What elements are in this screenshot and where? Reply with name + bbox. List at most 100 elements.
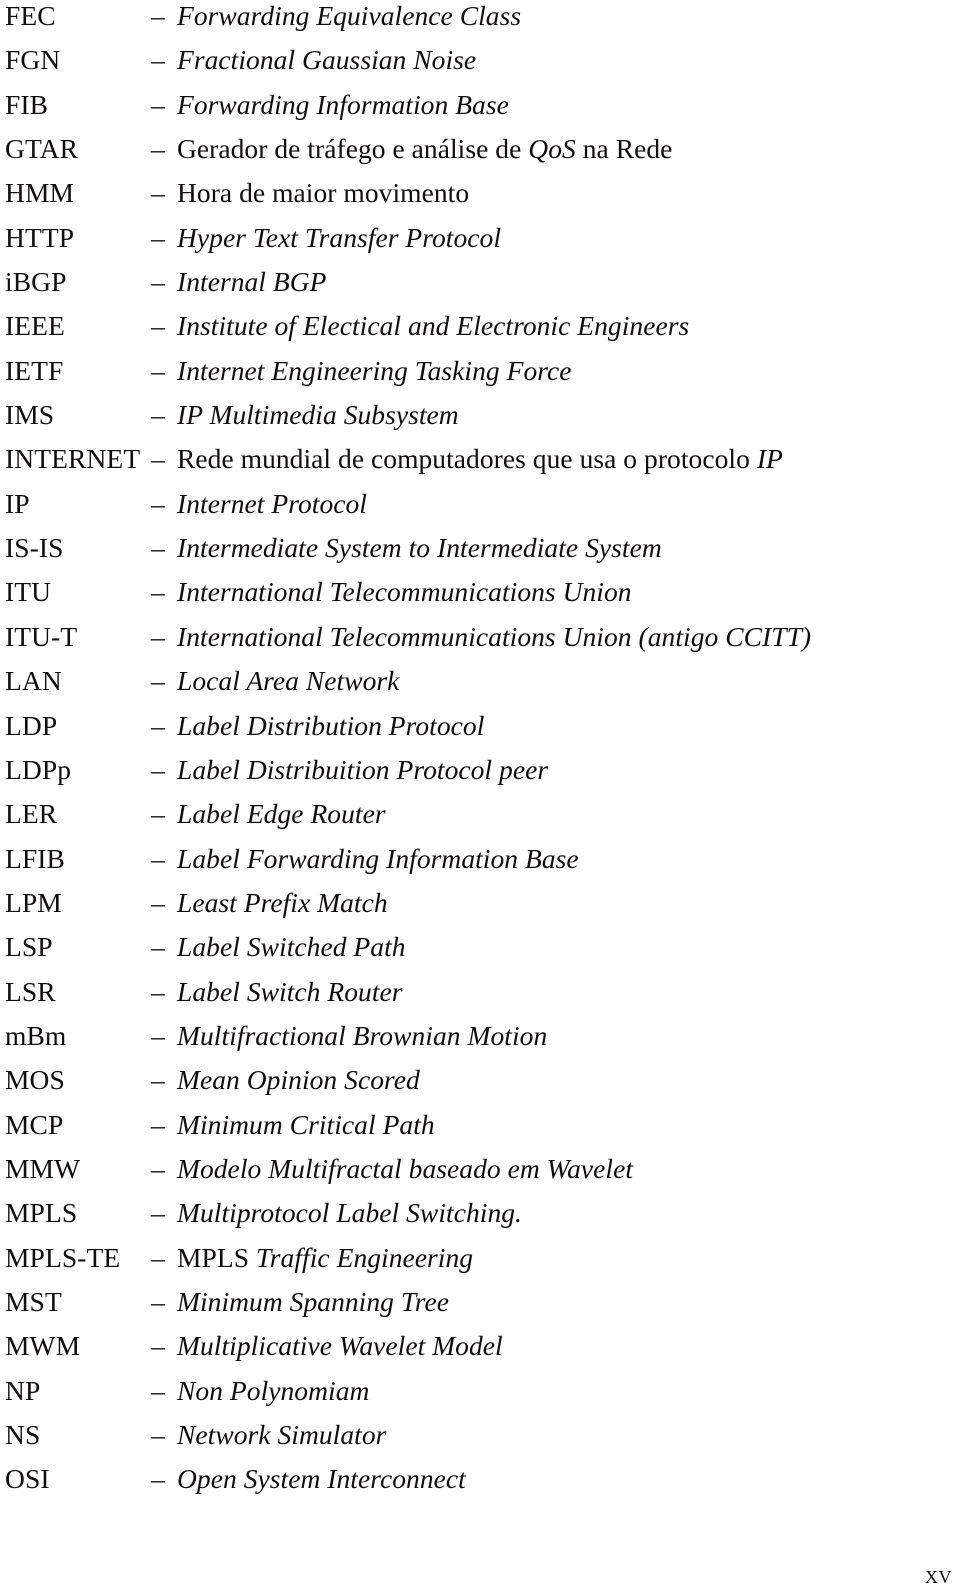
page-number: xv [925, 1562, 952, 1589]
glossary-definition: Internet Protocol [177, 487, 367, 519]
glossary-definition: Minimum Spanning Tree [177, 1285, 449, 1317]
glossary-term: mBm [5, 1019, 67, 1051]
glossary-row: IEEE – Institute of Electical and Electron… [5, 304, 955, 348]
glossary-term: MPLS [5, 1197, 78, 1229]
glossary-term: IS-IS [5, 532, 64, 564]
glossary-row: LFIB – Label Forwarding Information Base [5, 837, 955, 881]
glossary-row: LDPp – Label Distribuition Protocol peer [5, 748, 955, 792]
glossary-definition: Open System Interconnect [177, 1463, 466, 1495]
emphasized-acronym: IP [756, 443, 783, 475]
glossary-separator-dash: – [151, 753, 165, 785]
glossary-row: FGN – Fractional Gaussian Noise [5, 38, 955, 82]
glossary-term: HTTP [5, 221, 75, 253]
glossary-definition: Label Distribuition Protocol peer [177, 753, 549, 785]
glossary-term: FEC [5, 0, 56, 31]
glossary-definition: Least Prefix Match [177, 886, 388, 918]
glossary-definition: Gerador de tráfego e análise de QoS na R… [177, 133, 673, 165]
glossary-definition: International Telecommunications Union (… [177, 620, 812, 652]
glossary-row: FEC – Forwarding Equivalence Class [5, 0, 955, 38]
glossary-separator-dash: – [151, 1108, 165, 1140]
glossary-row: MMW – Modelo Multifractal baseado em Wavel… [5, 1147, 955, 1191]
glossary-term: LER [5, 798, 58, 830]
glossary-separator-dash: – [151, 798, 165, 830]
glossary-term: IP [5, 487, 30, 519]
glossary-row: MOS – Mean Opinion Scored [5, 1058, 955, 1102]
glossary-term: NS [5, 1419, 41, 1450]
document-page: FEC – Forwarding Equivalence Class FGN – Frac… [0, 0, 960, 1594]
glossary-row: MWM – Multiplicative Wavelet Model [5, 1324, 955, 1368]
glossary-row: NP – Non Polynomiam [5, 1369, 955, 1413]
glossary-definition: Multifractional Brownian Motion [177, 1019, 548, 1051]
glossary-separator-dash: – [151, 44, 165, 76]
glossary-separator-dash: – [151, 266, 165, 298]
glossary-row: LPM – Least Prefix Match [5, 881, 955, 925]
glossary-term: HMM [5, 177, 75, 209]
glossary-separator-dash: – [151, 1197, 165, 1229]
glossary-definition: Non Polynomiam [177, 1374, 370, 1406]
glossary-definition: Label Forwarding Information Base [177, 842, 579, 874]
glossary-term: LAN [5, 665, 62, 697]
glossary-separator-dash: – [151, 1241, 165, 1273]
glossary-row: MCP – Minimum Critical Path [5, 1103, 955, 1147]
glossary-separator-dash: – [151, 1330, 165, 1362]
glossary-definition: Label Switch Router [177, 975, 403, 1007]
glossary-row: MPLS – Multiprotocol Label Switching. [5, 1191, 955, 1235]
glossary-separator-dash: – [151, 1019, 165, 1051]
glossary-separator-dash: – [151, 842, 165, 874]
glossary-row: LSR – Label Switch Router [5, 970, 955, 1014]
glossary-row: FIB – Forwarding Information Base [5, 83, 955, 127]
glossary-term: INTERNET [5, 443, 141, 475]
glossary-separator-dash: – [151, 177, 165, 209]
glossary-separator-dash: – [151, 88, 165, 120]
glossary-row: GTAR – Gerador de tráfego e análise de QoS… [5, 127, 955, 171]
glossary-separator-dash: – [151, 886, 165, 918]
glossary-row: OSI – Open System Interconnect [5, 1457, 955, 1501]
glossary-row: INTERNET – Rede mundial de computadores qu… [5, 437, 955, 481]
glossary-separator-dash: – [151, 443, 165, 475]
glossary-separator-dash: – [151, 0, 165, 31]
glossary-definition: Forwarding Equivalence Class [177, 0, 522, 31]
glossary-definition: Mean Opinion Scored [177, 1064, 420, 1096]
glossary-term: MPLS-TE [5, 1241, 121, 1273]
glossary-row: HTTP – Hyper Text Transfer Protocol [5, 216, 955, 260]
glossary-definition: Intermediate System to Intermediate Syst… [177, 532, 662, 564]
glossary-definition: Local Area Network [177, 665, 400, 697]
glossary-definition: Label Switched Path [177, 931, 406, 963]
glossary-separator-dash: – [151, 487, 165, 519]
glossary-definition: Forwarding Information Base [177, 88, 509, 120]
glossary-term: LSP [5, 931, 53, 963]
glossary-separator-dash: – [151, 1374, 165, 1406]
glossary-row: ITU – International Telecommunications Uni… [5, 570, 955, 614]
glossary-definition: Label Edge Router [177, 798, 386, 830]
glossary-definition: Multiplicative Wavelet Model [177, 1330, 503, 1362]
glossary-row: NS – Network Simulator [5, 1413, 955, 1457]
glossary-separator-dash: – [151, 532, 165, 564]
glossary-definition: International Telecommunications Union [177, 576, 632, 608]
glossary-row: IP – Internet Protocol [5, 482, 955, 526]
glossary-definition: Fractional Gaussian Noise [177, 44, 477, 76]
glossary-row: HMM – Hora de maior movimento [5, 171, 955, 215]
glossary-separator-dash: – [151, 931, 165, 963]
glossary-term: OSI [5, 1463, 50, 1495]
glossary-term: MCP [5, 1108, 64, 1140]
glossary-definition: Hora de maior movimento [177, 177, 470, 209]
glossary-list: FEC – Forwarding Equivalence Class FGN – Frac… [5, 0, 955, 1502]
glossary-term: iBGP [5, 266, 67, 298]
glossary-definition: Label Distribution Protocol [177, 709, 485, 741]
glossary-separator-dash: – [151, 133, 165, 165]
glossary-row: IS-IS – Intermediate System to Intermediat… [5, 526, 955, 570]
glossary-term: LPM [5, 886, 62, 918]
glossary-definition: Rede mundial de computadores que usa o p… [177, 443, 783, 475]
glossary-separator-dash: – [151, 1152, 165, 1184]
glossary-definition: Modelo Multifractal baseado em Wavelet [177, 1152, 634, 1184]
emphasized-acronym: QoS [528, 133, 576, 165]
glossary-separator-dash: – [151, 1463, 165, 1495]
glossary-row: LAN – Local Area Network [5, 659, 955, 703]
glossary-term: GTAR [5, 133, 79, 165]
glossary-term: ITU-T [5, 620, 78, 652]
glossary-term: LSR [5, 975, 56, 1007]
glossary-term: MMW [5, 1152, 81, 1184]
glossary-row: MST – Minimum Spanning Tree [5, 1280, 955, 1324]
glossary-row: ITU-T – International Telecommunications U… [5, 615, 955, 659]
glossary-definition: Institute of Electical and Electronic En… [177, 310, 690, 342]
